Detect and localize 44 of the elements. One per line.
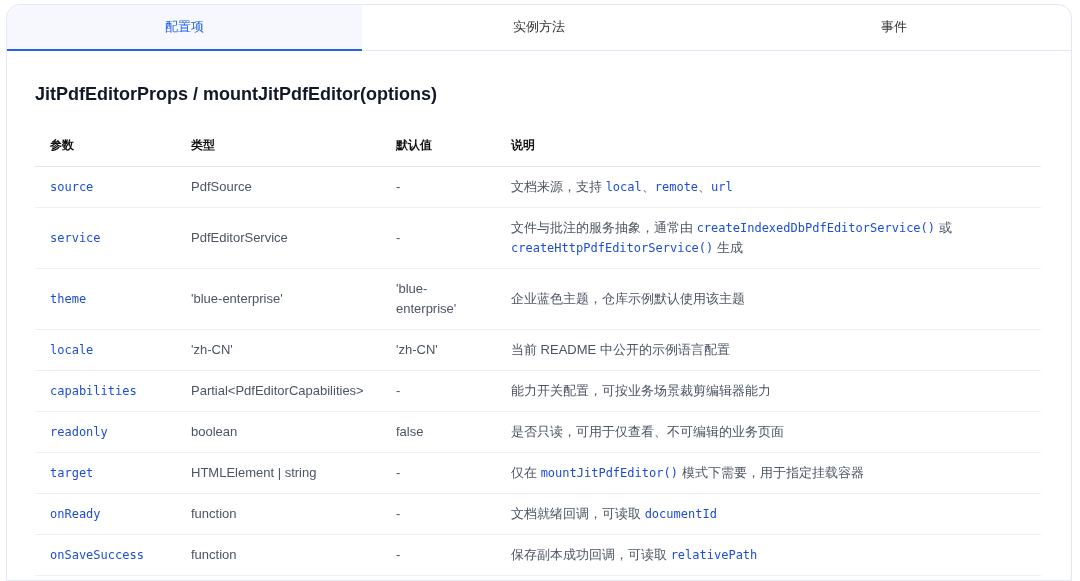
description-text: 文档来源，支持 local、remote、url <box>511 179 733 194</box>
param-name: readonly <box>50 425 108 439</box>
type-text: Partial<PdfEditorCapabilities> <box>191 383 364 398</box>
description-text: 是否只读，可用于仅查看、不可编辑的业务页面 <box>511 424 784 439</box>
column-header: 默认值 <box>396 138 432 152</box>
type-text: boolean <box>191 424 238 439</box>
description-text: 保存副本成功回调，可读取 relativePath <box>511 547 758 562</box>
type-text: HTMLElement | string <box>191 465 317 480</box>
default-value: - <box>396 383 401 398</box>
column-header: 参数 <box>50 138 74 152</box>
description-text: 仅在 mountJitPdfEditor() 模式下需要，用于指定挂载容器 <box>511 465 864 480</box>
column-header: 类型 <box>191 138 215 152</box>
default-value: false <box>396 424 424 439</box>
description-text: 能力开关配置，可按业务场景裁剪编辑器能力 <box>511 383 771 398</box>
default-value: - <box>396 506 401 521</box>
param-name: capabilities <box>50 384 137 398</box>
type-text: function <box>191 506 237 521</box>
param-name: onSaveSuccess <box>50 548 144 562</box>
default-value: - <box>396 465 401 480</box>
default-value: - <box>396 179 401 194</box>
type-text: PdfEditorService <box>191 230 288 245</box>
param-name: target <box>50 466 94 480</box>
type-text: PdfSource <box>191 179 252 194</box>
default-value: - <box>396 547 401 562</box>
description-text: 文档就绪回调，可读取 documentId <box>511 506 717 521</box>
param-name: theme <box>50 292 87 306</box>
default-value: 'zh-CN' <box>396 342 438 357</box>
description-text: 文件与批注的服务抽象，通常由 createIndexedDbPdfEditorService() 或 createHttpPdfEditorService() 生成 <box>511 220 952 255</box>
tab[interactable]: 配置项 <box>7 5 362 51</box>
param-name: source <box>50 180 94 194</box>
type-text: 'blue-enterprise' <box>191 291 283 306</box>
column-header: 说明 <box>511 138 535 152</box>
default-value: - <box>396 230 401 245</box>
param-name: service <box>50 231 101 245</box>
default-value: 'blue-enterprise' <box>396 281 457 316</box>
description-text: 企业蓝色主题，仓库示例默认使用该主题 <box>511 291 745 306</box>
tab[interactable]: 事件 <box>716 5 1071 51</box>
param-name: onReady <box>50 507 101 521</box>
section-title: JitPdfEditorProps / mountJitPdfEditor(options) <box>35 83 438 105</box>
description-text: 当前 README 中公开的示例语言配置 <box>511 342 730 357</box>
type-text: function <box>191 547 237 562</box>
tab[interactable]: 实例方法 <box>361 5 717 51</box>
param-name: locale <box>50 343 94 357</box>
type-text: 'zh-CN' <box>191 342 233 357</box>
